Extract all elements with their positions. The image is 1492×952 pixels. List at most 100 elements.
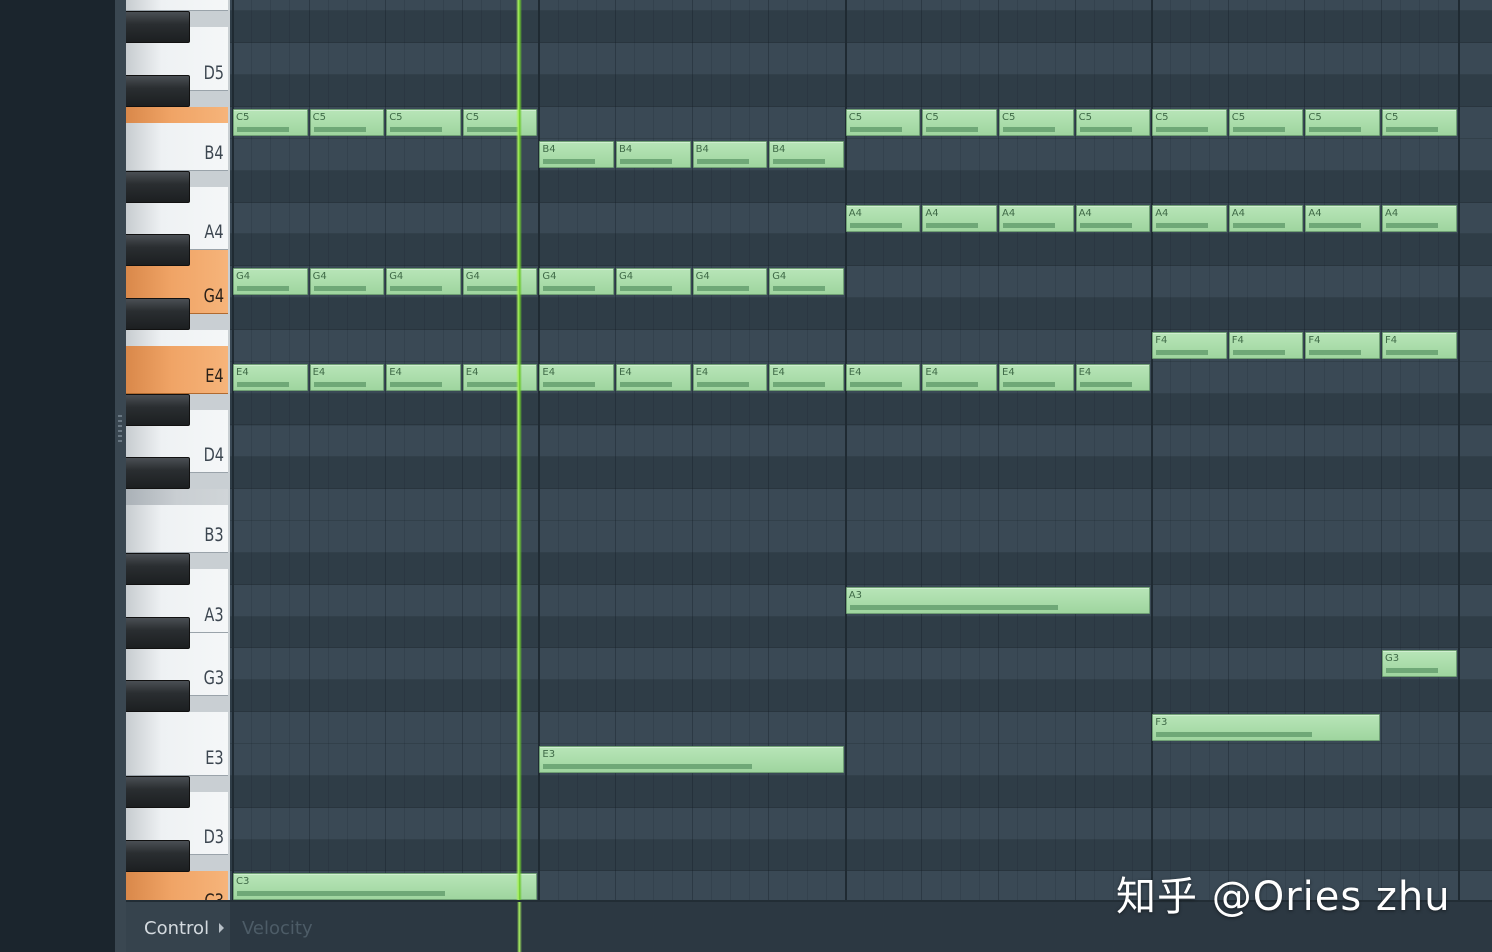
note-c5[interactable]: C5 (999, 109, 1074, 136)
note-f4[interactable]: F4 (1228, 331, 1304, 359)
playhead[interactable] (516, 0, 523, 900)
note-g4[interactable]: G4 (233, 268, 308, 296)
note-a4[interactable]: A4 (1075, 204, 1151, 232)
splitter-grip-icon[interactable] (118, 415, 122, 443)
note-label: C5 (465, 112, 480, 123)
note-b4[interactable]: B4 (539, 140, 614, 168)
note-g4[interactable]: G4 (309, 268, 385, 296)
note-e4[interactable]: E4 (1075, 363, 1151, 391)
note-label: C5 (925, 112, 939, 123)
piano-black-key[interactable] (126, 457, 190, 490)
note-a4[interactable]: A4 (1228, 204, 1304, 232)
piano-black-key[interactable] (126, 11, 190, 44)
note-velocity-bar (1079, 381, 1132, 387)
note-velocity-bar (543, 764, 752, 769)
piano-key-e3[interactable]: E3 (126, 728, 228, 776)
note-a4[interactable]: A4 (1152, 204, 1227, 232)
note-a4[interactable]: A4 (999, 204, 1074, 232)
chevron-right-icon[interactable] (219, 923, 224, 933)
note-f3[interactable]: F3 (1152, 714, 1380, 742)
note-g4[interactable]: G4 (386, 268, 461, 296)
note-c5[interactable]: C5 (845, 109, 921, 136)
piano-key-b3[interactable]: B3 (126, 505, 228, 553)
note-c5[interactable]: C5 (386, 109, 461, 136)
note-label: B4 (542, 143, 556, 155)
note-e4[interactable]: E4 (692, 363, 768, 391)
note-b4[interactable]: B4 (692, 140, 768, 168)
note-label: G4 (542, 271, 557, 283)
note-e4[interactable]: E4 (539, 363, 614, 391)
piano-keyboard[interactable]: E5D5C5B4A4G4F4E4D4C4B3A3G3F3E3D3C3 (126, 0, 230, 900)
note-e4[interactable]: E4 (922, 363, 997, 391)
note-e4[interactable]: E4 (309, 363, 385, 391)
note-c5[interactable]: C5 (1382, 109, 1457, 136)
note-label: A4 (1308, 207, 1322, 219)
note-label: C5 (312, 112, 326, 123)
note-f4[interactable]: F4 (1382, 331, 1457, 359)
note-e4[interactable]: E4 (845, 363, 921, 391)
piano-black-key[interactable] (126, 775, 190, 808)
piano-key-label: E4 (205, 364, 224, 387)
note-label: E4 (465, 366, 479, 378)
note-label: B4 (619, 143, 633, 155)
note-c5[interactable]: C5 (309, 109, 385, 136)
note-g4[interactable]: G4 (769, 268, 844, 296)
note-g3[interactable]: G3 (1382, 650, 1457, 678)
note-velocity-bar (1003, 222, 1056, 228)
note-b4[interactable]: B4 (769, 140, 844, 168)
note-e3[interactable]: E3 (539, 746, 844, 773)
piano-black-key[interactable] (126, 552, 190, 585)
note-e4[interactable]: E4 (616, 363, 691, 391)
control-dropdown[interactable]: Control (144, 918, 209, 939)
piano-black-key[interactable] (126, 393, 190, 426)
note-c5[interactable]: C5 (1075, 109, 1151, 136)
note-g4[interactable]: G4 (692, 268, 768, 296)
piano-key-c3[interactable]: C3 (126, 871, 228, 900)
note-g4[interactable]: G4 (462, 268, 538, 296)
note-c5[interactable]: C5 (1228, 109, 1304, 136)
piano-key-e4[interactable]: E4 (126, 345, 228, 394)
note-layer[interactable]: C5 C5 C5 C5 C5 C5 C5 C5 C5 C5 C5 C5 B4 B4 B4 B4 A4 A4 A4 A4… (230, 0, 1492, 900)
note-velocity-bar (543, 158, 596, 164)
piano-black-key[interactable] (126, 75, 190, 108)
note-e4[interactable]: E4 (999, 363, 1074, 391)
note-g4[interactable]: G4 (539, 268, 614, 296)
note-f4[interactable]: F4 (1305, 331, 1380, 359)
note-c3[interactable]: C3 (233, 873, 538, 900)
note-f4[interactable]: F4 (1152, 331, 1227, 359)
note-label: A4 (1155, 207, 1169, 219)
velocity-label: Velocity (242, 918, 313, 939)
note-velocity-bar (237, 891, 446, 897)
note-label: E4 (1002, 366, 1015, 378)
note-e4[interactable]: E4 (769, 363, 844, 391)
note-label: E4 (619, 366, 632, 378)
note-c5[interactable]: C5 (1152, 109, 1227, 136)
piano-roll-grid[interactable]: C5 C5 C5 C5 C5 C5 C5 C5 C5 C5 C5 C5 B4 B4 B4 B4 A4 A4 A4 A4… (230, 0, 1492, 900)
note-c5[interactable]: C5 (922, 109, 997, 136)
note-c5[interactable]: C5 (233, 109, 308, 136)
piano-black-key[interactable] (126, 234, 190, 267)
note-label: C5 (389, 112, 403, 123)
note-a4[interactable]: A4 (1382, 204, 1457, 232)
note-e4[interactable]: E4 (233, 363, 308, 391)
piano-black-key[interactable] (126, 298, 190, 331)
note-a4[interactable]: A4 (1305, 204, 1380, 232)
piano-black-key[interactable] (126, 839, 190, 872)
piano-black-key[interactable] (126, 680, 190, 713)
note-label: C5 (1231, 112, 1246, 123)
piano-black-key[interactable] (126, 170, 190, 203)
piano-black-key[interactable] (126, 616, 190, 649)
note-e4[interactable]: E4 (462, 363, 538, 391)
note-velocity-bar (543, 381, 596, 387)
note-a4[interactable]: A4 (845, 204, 921, 232)
note-c5[interactable]: C5 (462, 109, 538, 136)
piano-key-e5[interactable]: E5 (126, 0, 228, 12)
note-g4[interactable]: G4 (616, 268, 691, 296)
note-a3[interactable]: A3 (845, 586, 1151, 614)
note-a4[interactable]: A4 (922, 204, 997, 232)
note-velocity-bar (696, 286, 749, 292)
note-b4[interactable]: B4 (616, 140, 691, 168)
note-e4[interactable]: E4 (386, 363, 461, 391)
note-c5[interactable]: C5 (1305, 109, 1380, 136)
piano-key-b4[interactable]: B4 (126, 122, 228, 171)
